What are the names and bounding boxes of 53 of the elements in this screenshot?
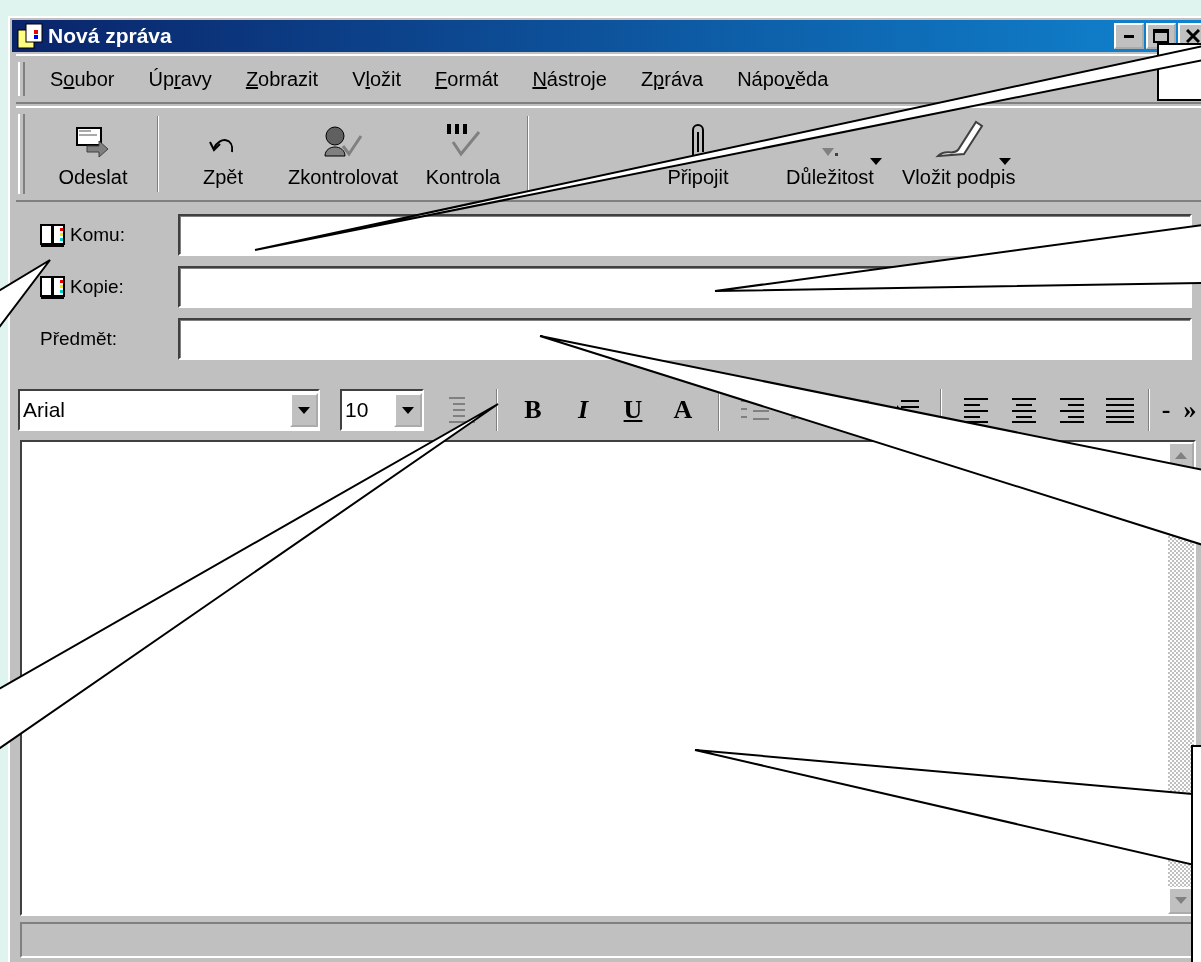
address-book-icon: [40, 223, 66, 247]
format-button[interactable]: -: [1154, 390, 1178, 430]
toolbar-grip[interactable]: [18, 62, 25, 96]
dropdown-arrow-icon[interactable]: [870, 157, 882, 165]
toolbar-button[interactable]: Kontrola: [403, 110, 523, 198]
field-label[interactable]: Kopie:: [70, 276, 124, 298]
address-book-icon: [40, 275, 66, 299]
input-field[interactable]: [178, 214, 1192, 256]
scroll-down-button[interactable]: [1168, 887, 1194, 914]
menu-item[interactable]: Soubor: [33, 67, 132, 91]
menu-item[interactable]: Nástroje: [515, 67, 624, 91]
field-label: Předmět:: [40, 328, 118, 350]
caret-icon: [402, 406, 414, 414]
down-arrow-icon: [1175, 897, 1187, 904]
person-check-icon: [321, 124, 365, 158]
minimize-button[interactable]: [1114, 23, 1144, 49]
field-label[interactable]: Komu:: [70, 224, 125, 246]
menu-item[interactable]: Zpráva: [623, 67, 721, 91]
font-dropdown[interactable]: Arial: [18, 389, 320, 431]
toolbar-button[interactable]: Zpět: [163, 110, 283, 198]
menu-item[interactable]: Vložit: [335, 67, 419, 91]
format-button[interactable]: U: [608, 390, 658, 430]
toolbar-button[interactable]: Odeslat: [33, 110, 153, 198]
new-message-icon: [16, 22, 44, 50]
toolbar-button[interactable]: Připojit: [638, 110, 758, 198]
caret-icon: [298, 406, 310, 414]
minimize-icon: [1124, 34, 1134, 38]
toolbar-button[interactable]: Zkontrolovat: [283, 110, 403, 198]
window-title: Nová zpráva: [48, 24, 173, 48]
size-dropdown[interactable]: 10: [340, 389, 424, 431]
up-arrow-icon: [1175, 452, 1187, 459]
toolbar-grip[interactable]: [18, 114, 25, 194]
maximize-icon: [1153, 29, 1169, 43]
menu-item[interactable]: Nápověda: [720, 67, 846, 91]
align-center-icon: [1012, 397, 1036, 423]
format-button[interactable]: I: [558, 390, 608, 430]
format-button[interactable]: »: [1178, 390, 1201, 430]
toolbar-button[interactable]: Vložit podpis: [898, 110, 1020, 198]
align-left-icon: [964, 397, 988, 423]
toolbar-button[interactable]: Důležitost: [770, 110, 890, 198]
menu-item[interactable]: Zobrazit: [228, 67, 336, 91]
justify-icon: [1106, 397, 1134, 423]
menu-item[interactable]: Úpravy: [131, 67, 229, 91]
format-button[interactable]: A: [658, 390, 708, 430]
close-icon: [1186, 29, 1200, 43]
align-right-icon: [1060, 397, 1084, 423]
menu-item[interactable]: Formát: [418, 67, 516, 91]
pen-icon: [933, 118, 984, 158]
format-button[interactable]: B: [508, 390, 558, 430]
dropdown-arrow-icon[interactable]: [999, 157, 1012, 165]
input-field[interactable]: [178, 318, 1192, 360]
triangle-icon: [820, 148, 840, 158]
envelope-arrow-icon: [75, 126, 111, 158]
